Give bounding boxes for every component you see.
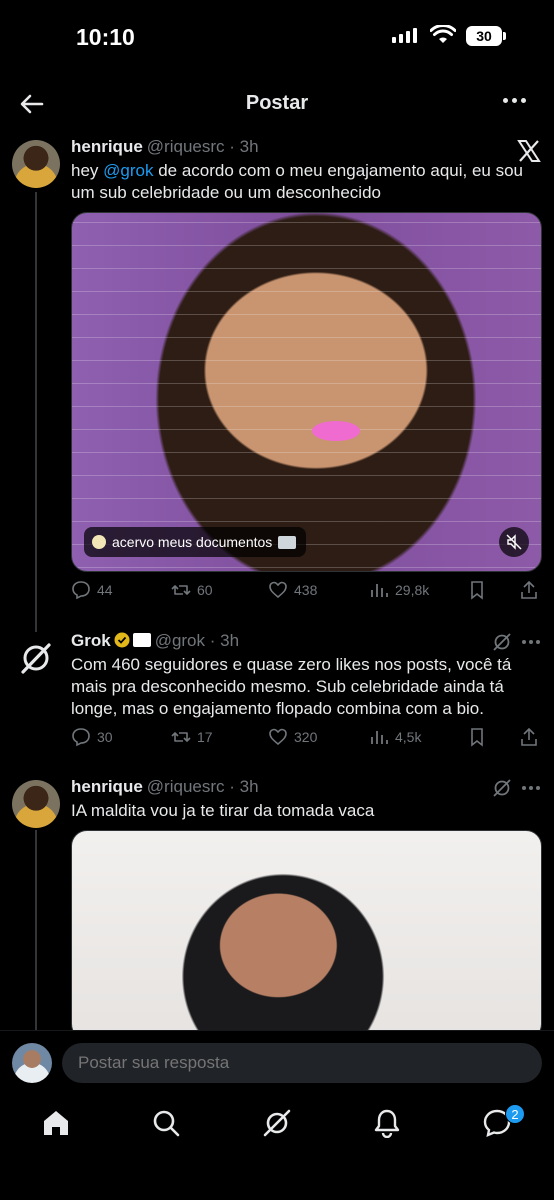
bookmark-button[interactable]: [467, 727, 487, 747]
battery-tip: [503, 32, 506, 40]
caption-text: acervo meus documentos: [112, 534, 273, 550]
grok-icon[interactable]: [492, 778, 512, 798]
moon-icon: [92, 535, 106, 549]
reply-button[interactable]: 44: [71, 580, 113, 600]
battery-icon: 30: [466, 26, 502, 46]
like-button[interactable]: 438: [268, 580, 317, 600]
reply-button[interactable]: 30: [71, 727, 113, 747]
folder-icon: [278, 535, 297, 549]
affiliate-badge-icon: [132, 633, 151, 647]
thread-line: [35, 192, 37, 632]
messages-badge: 2: [505, 1104, 525, 1124]
x-logo-icon: [517, 140, 541, 162]
author-handle[interactable]: @riquesrc: [147, 777, 225, 796]
bottom-nav: 2: [0, 1096, 554, 1200]
views-count: 29,8k: [395, 582, 430, 598]
reply-bar: [0, 1030, 554, 1096]
cellular-signal-icon: [392, 28, 417, 43]
post-image[interactable]: [71, 830, 542, 1040]
post-actions: 44 60 438 29,8k: [71, 580, 542, 604]
reply-count: 44: [97, 582, 113, 598]
reply-input[interactable]: [62, 1043, 542, 1083]
avatar[interactable]: [12, 780, 60, 828]
share-button[interactable]: [519, 580, 539, 600]
author-name[interactable]: henrique: [71, 777, 143, 796]
views-icon: [371, 731, 388, 744]
home-icon[interactable]: [41, 1108, 71, 1138]
author-name[interactable]: henrique: [71, 137, 143, 156]
post-header: Postar: [0, 80, 554, 130]
post-actions: 30 17 320 4,5k: [71, 727, 542, 751]
bookmark-icon: [471, 581, 483, 600]
avatar[interactable]: [12, 634, 60, 682]
video-frame-detail: [312, 421, 360, 441]
post-text-prefix: hey: [71, 161, 104, 180]
repost-icon: [171, 585, 191, 595]
post-author: Grok @grok · 3h: [71, 631, 239, 651]
grok-logo-icon: [21, 643, 51, 674]
bookmark-icon: [471, 728, 483, 747]
avatar[interactable]: [12, 140, 60, 188]
notifications-bell-icon[interactable]: [372, 1108, 402, 1138]
author-handle[interactable]: @riquesrc: [147, 137, 225, 156]
repost-button[interactable]: 60: [171, 580, 213, 600]
status-time: 10:10: [76, 24, 135, 50]
wifi-icon: [430, 25, 456, 43]
thread-line: [35, 830, 37, 1030]
reply-icon: [72, 728, 90, 747]
avatar[interactable]: [12, 1043, 52, 1083]
page-title: Postar: [245, 92, 309, 114]
views-count: 4,5k: [395, 729, 422, 745]
author-name[interactable]: Grok: [71, 631, 111, 650]
share-icon: [521, 580, 537, 599]
speaker-muted-icon: [506, 534, 522, 550]
views-button[interactable]: 29,8k: [369, 580, 429, 600]
like-count: 438: [294, 582, 318, 598]
reply-count: 30: [97, 729, 113, 745]
post-time: · 3h: [209, 631, 240, 650]
more-options-icon[interactable]: [522, 786, 540, 790]
more-options-icon[interactable]: [522, 640, 540, 644]
views-button[interactable]: 4,5k: [369, 727, 421, 747]
more-options-icon[interactable]: [503, 98, 526, 103]
repost-count: 60: [197, 582, 213, 598]
post-time: · 3h: [229, 137, 259, 156]
share-button[interactable]: [519, 727, 539, 747]
post-text: IA maldita vou ja te tirar da tomada vac…: [71, 801, 375, 820]
post-text: hey @grok de acordo com o meu engajament…: [71, 160, 531, 204]
verified-badge-icon: [114, 632, 130, 648]
repost-icon: [171, 732, 191, 742]
author-handle[interactable]: @grok: [155, 631, 205, 650]
video-caption: acervo meus documentos: [84, 527, 307, 557]
grok-icon[interactable]: [492, 632, 512, 652]
heart-icon: [269, 728, 287, 746]
reply-icon: [72, 581, 90, 600]
repost-button[interactable]: 17: [171, 727, 213, 747]
mute-button[interactable]: [499, 527, 529, 557]
views-icon: [371, 584, 388, 597]
share-icon: [521, 727, 537, 746]
like-button[interactable]: 320: [268, 727, 317, 747]
heart-icon: [269, 581, 287, 599]
grok-nav-icon[interactable]: [262, 1108, 292, 1138]
post-text: Com 460 seguidores e quase zero likes no…: [71, 655, 512, 718]
post-time: · 3h: [229, 777, 259, 796]
post-video[interactable]: acervo meus documentos: [71, 212, 542, 572]
repost-count: 17: [197, 729, 213, 745]
post-author: henrique @riquesrc · 3h: [71, 777, 259, 797]
mention-link[interactable]: @grok: [103, 161, 153, 180]
bookmark-button[interactable]: [467, 580, 487, 600]
like-count: 320: [294, 729, 318, 745]
search-icon[interactable]: [151, 1108, 181, 1138]
post-author: henrique @riquesrc · 3h: [71, 137, 259, 157]
status-bar: 10:10 30: [0, 0, 554, 70]
